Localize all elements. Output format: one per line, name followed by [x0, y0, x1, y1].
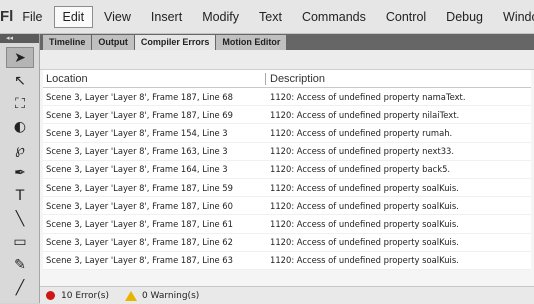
table-header: Location Description — [43, 70, 531, 88]
location-cell: Scene 3, Layer 'Layer 8', Frame 187, Lin… — [46, 91, 233, 102]
location-cell: Scene 3, Layer 'Layer 8', Frame 154, Lin… — [46, 127, 228, 138]
lasso-tool-button[interactable]: ℘ — [6, 139, 34, 160]
error-icon — [46, 291, 55, 300]
tab-motion-editor[interactable]: Motion Editor — [216, 35, 287, 50]
location-cell: Scene 3, Layer 'Layer 8', Frame 187, Lin… — [46, 255, 233, 266]
table-row[interactable]: Scene 3, Layer 'Layer 8', Frame 154, Lin… — [43, 124, 531, 143]
free-transform-icon: ⛶ — [15, 95, 25, 112]
table-row[interactable]: Scene 3, Layer 'Layer 8', Frame 187, Lin… — [43, 215, 531, 234]
subselection-icon: ↖ — [14, 72, 26, 89]
description-cell: 1120: Access of undefined property rumah… — [270, 127, 453, 138]
column-header-description[interactable]: Description — [266, 73, 325, 85]
tools-panel: ◂◂ ➤ ↖ ⛶ ◐ ℘ ✒ T ╲ ▭ ✎ ╱ — [0, 34, 40, 303]
menu-item-view[interactable]: View — [95, 6, 140, 28]
text-tool-tool-button[interactable]: T — [6, 185, 34, 206]
description-cell: 1120: Access of undefined property nilai… — [270, 109, 460, 120]
description-cell: 1120: Access of undefined property soalK… — [270, 237, 459, 248]
errors-table: Location Description Scene 3, Layer 'Lay… — [43, 70, 531, 270]
location-cell: Scene 3, Layer 'Layer 8', Frame 187, Lin… — [46, 200, 233, 211]
location-cell: Scene 3, Layer 'Layer 8', Frame 187, Lin… — [46, 218, 233, 229]
error-count: 10 Error(s) — [61, 290, 109, 301]
panel-toolbar-area — [40, 50, 534, 70]
tool-list: ➤ ↖ ⛶ ◐ ℘ ✒ T ╲ ▭ ✎ ╱ — [0, 43, 39, 298]
table-row[interactable]: Scene 3, Layer 'Layer 8', Frame 187, Lin… — [43, 88, 531, 107]
description-cell: 1120: Access of undefined property soalK… — [270, 200, 459, 211]
app-logo: Fl — [0, 8, 14, 25]
table-row[interactable]: Scene 3, Layer 'Layer 8', Frame 163, Lin… — [43, 143, 531, 161]
text-tool-icon: T — [15, 187, 25, 204]
location-cell: Scene 3, Layer 'Layer 8', Frame 163, Lin… — [46, 146, 228, 157]
collapse-panel-button[interactable]: ◂◂ — [0, 34, 39, 43]
table-row[interactable]: Scene 3, Layer 'Layer 8', Frame 164, Lin… — [43, 161, 531, 179]
tab-timeline[interactable]: Timeline — [43, 35, 92, 50]
free-transform-tool-button[interactable]: ⛶ — [6, 93, 34, 114]
status-bar: 10 Error(s) 0 Warning(s) — [40, 286, 534, 304]
menu-item-insert[interactable]: Insert — [142, 6, 191, 28]
pencil-tool-button[interactable]: ✎ — [6, 254, 34, 275]
table-row[interactable]: Scene 3, Layer 'Layer 8', Frame 187, Lin… — [43, 106, 531, 125]
line-tool-icon: ╲ — [15, 210, 25, 227]
table-body: Scene 3, Layer 'Layer 8', Frame 187, Lin… — [43, 88, 531, 270]
lasso-icon: ℘ — [15, 141, 25, 158]
selection-arrow-icon: ➤ — [14, 49, 26, 66]
menu-item-window[interactable]: Window — [494, 6, 534, 28]
line-tool-tool-button[interactable]: ╲ — [6, 208, 34, 229]
description-cell: 1120: Access of undefined property soalK… — [270, 218, 459, 229]
rectangle-tool-icon: ▭ — [13, 233, 27, 250]
location-cell: Scene 3, Layer 'Layer 8', Frame 187, Lin… — [46, 109, 233, 120]
table-row[interactable]: Scene 3, Layer 'Layer 8', Frame 187, Lin… — [43, 234, 531, 252]
menu-item-edit[interactable]: Edit — [53, 5, 94, 28]
pen-tool-button[interactable]: ✒ — [6, 162, 34, 183]
column-header-location[interactable]: Location — [43, 72, 266, 85]
tab-compiler-errors[interactable]: Compiler Errors — [134, 35, 216, 50]
description-cell: 1120: Access of undefined property next3… — [270, 146, 455, 157]
description-cell: 1120: Access of undefined property back5… — [270, 164, 451, 175]
location-cell: Scene 3, Layer 'Layer 8', Frame 187, Lin… — [46, 182, 233, 193]
pencil-icon: ✎ — [14, 256, 26, 273]
location-cell: Scene 3, Layer 'Layer 8', Frame 164, Lin… — [46, 164, 228, 175]
table-row[interactable]: Scene 3, Layer 'Layer 8', Frame 187, Lin… — [43, 179, 531, 198]
description-cell: 1120: Access of undefined property soalK… — [270, 255, 459, 266]
menu-item-modify[interactable]: Modify — [193, 6, 248, 28]
table-row[interactable]: Scene 3, Layer 'Layer 8', Frame 187, Lin… — [43, 252, 531, 270]
menu-item-control[interactable]: Control — [377, 6, 435, 28]
3d-rotation-icon: ◐ — [13, 118, 27, 135]
rectangle-tool-tool-button[interactable]: ▭ — [6, 231, 34, 252]
menu-item-file[interactable]: File — [13, 6, 51, 28]
warning-icon — [124, 290, 137, 301]
location-cell: Scene 3, Layer 'Layer 8', Frame 187, Lin… — [46, 237, 233, 248]
brush-icon: ╱ — [15, 279, 25, 296]
menu-items: File Edit View Insert Modify Text Commands Cont… — [13, 5, 534, 28]
3d-rotation-tool-button[interactable]: ◐ — [6, 116, 34, 137]
pen-icon: ✒ — [14, 164, 26, 181]
menu-bar: Fl File Edit View Insert Modify Text Commands C… — [0, 0, 534, 34]
selection-arrow-tool-button[interactable]: ➤ — [6, 47, 34, 68]
menu-item-text[interactable]: Text — [250, 6, 291, 28]
table-row[interactable]: Scene 3, Layer 'Layer 8', Frame 187, Lin… — [43, 197, 531, 216]
menu-item-commands[interactable]: Commands — [293, 6, 375, 28]
panel-tab-bar: Timeline Output Compiler Errors Motion Edit… — [40, 34, 534, 50]
description-cell: 1120: Access of undefined property soalK… — [270, 182, 459, 193]
brush-tool-button[interactable]: ╱ — [6, 277, 34, 298]
tab-output[interactable]: Output — [92, 35, 134, 50]
subselection-tool-button[interactable]: ↖ — [6, 70, 34, 91]
warning-count: 0 Warning(s) — [141, 290, 200, 301]
description-cell: 1120: Access of undefined property namaT… — [270, 91, 466, 102]
menu-item-debug[interactable]: Debug — [437, 6, 492, 28]
compiler-errors-panel: Timeline Output Compiler Errors Motion Edit… — [40, 34, 534, 304]
